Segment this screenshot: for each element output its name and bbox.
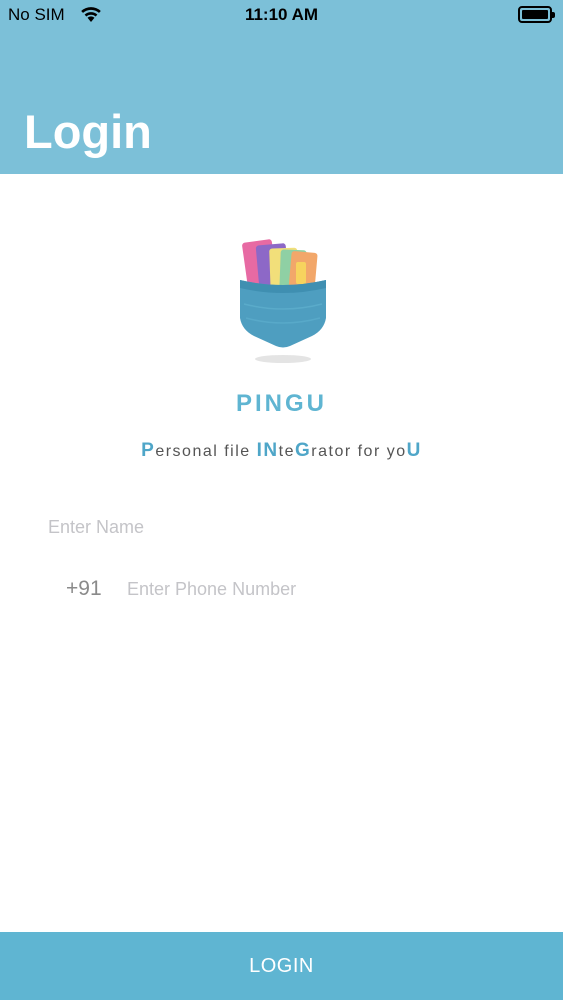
status-time: 11:10 AM	[244, 5, 319, 24]
pingu-folder-logo-icon	[240, 239, 326, 363]
app-tagline: Personal file INteGrator for yoU	[0, 440, 563, 462]
tagline-part: ersonal file	[155, 443, 257, 460]
header-bar: No SIM 11:10 AM Login	[0, 0, 563, 174]
tagline-part: rator for yo	[311, 443, 407, 460]
phone-number-input[interactable]	[127, 574, 527, 604]
name-input[interactable]	[48, 512, 518, 542]
tagline-letter-g: G	[294, 440, 312, 461]
app-name: PINGU	[235, 390, 327, 417]
tagline-letters-in: IN	[256, 440, 279, 461]
login-button[interactable]: LOGIN	[0, 932, 563, 1000]
status-bar: No SIM 11:10 AM	[0, 0, 563, 30]
page-title: Login	[24, 105, 152, 158]
tagline-letter-p: P	[141, 440, 156, 461]
country-code: +91	[66, 577, 102, 600]
battery-full-icon	[518, 6, 555, 23]
tagline-part: te	[278, 443, 295, 460]
tagline-letter-u: U	[406, 440, 422, 461]
